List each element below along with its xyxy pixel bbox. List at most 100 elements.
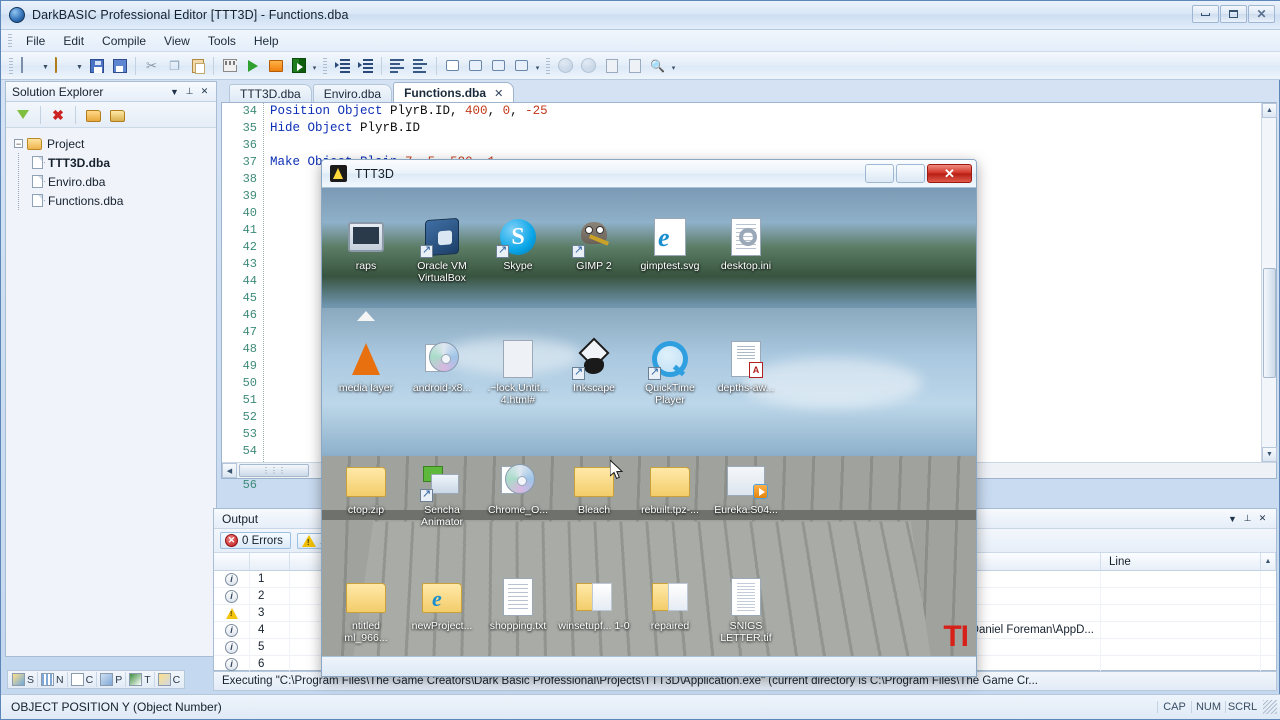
cursor-toggle-button[interactable]: C: [68, 672, 98, 687]
next-bookmark-icon[interactable]: [465, 55, 486, 76]
tab-enviro[interactable]: Enviro.dba: [312, 84, 393, 103]
navigate-forward-icon[interactable]: [578, 55, 599, 76]
clear-bookmarks-icon[interactable]: [511, 55, 532, 76]
increase-indent-icon[interactable]: [332, 55, 353, 76]
menu-compile[interactable]: Compile: [93, 31, 155, 51]
prev-bookmark-icon[interactable]: [488, 55, 509, 76]
menu-help[interactable]: Help: [245, 31, 288, 51]
open-folder-icon[interactable]: [82, 105, 104, 125]
horizontal-scroll-thumb[interactable]: ⋮⋮⋮: [239, 464, 309, 477]
refresh-icon[interactable]: [624, 55, 645, 76]
desktop-icon[interactable]: Oracle VM VirtualBox: [404, 216, 480, 284]
tab-close-icon[interactable]: ✕: [494, 87, 503, 100]
resize-grip[interactable]: [1263, 700, 1277, 714]
tree-item-enviro[interactable]: Enviro.dba: [32, 172, 216, 191]
tree-root-project[interactable]: − Project: [14, 134, 216, 153]
delete-icon[interactable]: ✖: [47, 105, 69, 125]
close-button[interactable]: ✕: [1248, 5, 1275, 23]
ttt3d-minimize-button[interactable]: [865, 164, 894, 183]
navigate-back-icon[interactable]: [555, 55, 576, 76]
desktop-icon[interactable]: QuickTime Player: [632, 338, 708, 406]
desktop-icon[interactable]: winsetupf... 1-0: [556, 576, 632, 644]
desktop-icon[interactable]: Eureka.S04...: [708, 460, 784, 528]
desktop-icon[interactable]: Inkscape: [556, 337, 632, 406]
save-all-icon[interactable]: [109, 55, 130, 76]
desktop-icon[interactable]: e newProject...: [404, 576, 480, 644]
menu-edit[interactable]: Edit: [54, 31, 93, 51]
maximize-button[interactable]: [1220, 5, 1247, 23]
desktop-icon[interactable]: GIMP 2: [556, 216, 632, 284]
tree-item-ttt3d[interactable]: TTT3D.dba: [32, 153, 216, 172]
source-toggle-button[interactable]: S: [9, 672, 39, 687]
copy-icon[interactable]: ❐: [164, 55, 185, 76]
find-icon[interactable]: 🔍: [647, 55, 668, 76]
output-scroll-up-button[interactable]: ▲: [1261, 553, 1276, 570]
close-icon[interactable]: ✕: [1255, 511, 1270, 526]
desktop-icon[interactable]: Sencha Animator: [404, 460, 480, 528]
tab-ttt3d[interactable]: TTT3D.dba: [229, 84, 312, 103]
toolbar-overflow-icon[interactable]: ▾: [669, 55, 678, 76]
stop-icon[interactable]: [601, 55, 622, 76]
toggle-bookmark-icon[interactable]: [442, 55, 463, 76]
desktop-icon[interactable]: SNIGS LETTER.tif: [708, 576, 784, 644]
ttt3d-close-button[interactable]: ✕: [927, 164, 972, 183]
menu-tools[interactable]: Tools: [199, 31, 245, 51]
dropdown-icon[interactable]: ▼: [1225, 511, 1240, 526]
new-file-icon[interactable]: [18, 55, 39, 76]
desktop-icon[interactable]: desktop.ini: [708, 216, 784, 284]
build-icon[interactable]: [219, 55, 240, 76]
tab-functions[interactable]: Functions.dba ✕: [393, 82, 515, 103]
ttt3d-window[interactable]: TTT3D ✕ TI rapsOracle VM VirtualBoxSSkyp…: [321, 159, 977, 677]
menu-view[interactable]: View: [155, 31, 199, 51]
dropdown-icon[interactable]: ▼: [167, 84, 182, 99]
compile-cart-icon[interactable]: [265, 55, 286, 76]
ttt3d-desktop-capture[interactable]: TI rapsOracle VM VirtualBoxSSkypeGIMP 2g…: [322, 188, 976, 676]
edit-toggle-button[interactable]: C: [155, 672, 184, 687]
toolbar-overflow-icon[interactable]: ▾: [533, 55, 542, 76]
scroll-left-button[interactable]: ◀: [222, 463, 237, 478]
save-icon[interactable]: [86, 55, 107, 76]
desktop-icon[interactable]: rebuilt.tpz-...: [632, 460, 708, 528]
pin-icon[interactable]: ⊥: [1240, 511, 1255, 526]
scroll-down-button[interactable]: ▼: [1262, 447, 1277, 462]
grid-toggle-button[interactable]: N: [38, 672, 68, 687]
open-file-icon[interactable]: [52, 55, 73, 76]
new-file-dropdown-icon[interactable]: ▼: [40, 55, 51, 76]
editor-vertical-scrollbar[interactable]: ▲ ▼: [1261, 103, 1277, 478]
minimize-button[interactable]: [1192, 5, 1219, 23]
scroll-up-button[interactable]: ▲: [1262, 103, 1277, 118]
desktop-icon[interactable]: ntitled ml_966...: [328, 576, 404, 644]
open-file-dropdown-icon[interactable]: ▼: [74, 55, 85, 76]
desktop-icon[interactable]: shopping.txt: [480, 576, 556, 644]
desktop-icon[interactable]: .~lock.Untit... 4.html#: [480, 338, 556, 406]
desktop-icon[interactable]: Adepths-aw...: [708, 338, 784, 406]
desktop-icon[interactable]: ctop.zip: [328, 460, 404, 528]
menu-file[interactable]: File: [17, 31, 54, 51]
desktop-icon[interactable]: Chrome_O...: [480, 460, 556, 528]
close-icon[interactable]: ✕: [197, 84, 212, 99]
errors-badge[interactable]: ✕ 0 Errors: [220, 532, 291, 549]
tree-item-functions[interactable]: Functions.dba: [32, 191, 216, 210]
uncomment-block-icon[interactable]: [410, 55, 431, 76]
ttt3d-maximize-button[interactable]: [896, 164, 925, 183]
cut-icon[interactable]: ✂: [141, 55, 162, 76]
toolbar-overflow-icon[interactable]: ▾: [310, 55, 319, 76]
add-file-icon[interactable]: [106, 105, 128, 125]
properties-toggle-button[interactable]: P: [97, 672, 127, 687]
desktop-icon[interactable]: gimptest.svg: [632, 216, 708, 284]
paste-icon[interactable]: [187, 55, 208, 76]
run-icon[interactable]: [242, 55, 263, 76]
desktop-icon[interactable]: raps: [328, 216, 404, 284]
code-line[interactable]: Hide Object PlyrB.ID: [270, 120, 1260, 137]
ttt3d-title-bar[interactable]: TTT3D ✕: [322, 160, 976, 188]
desktop-icon[interactable]: android-x8...: [404, 338, 480, 406]
filter-icon[interactable]: [12, 105, 34, 125]
vertical-scroll-thumb[interactable]: [1263, 268, 1276, 378]
run-exe-icon[interactable]: [288, 55, 309, 76]
pin-icon[interactable]: ⊥: [182, 84, 197, 99]
decrease-indent-icon[interactable]: [355, 55, 376, 76]
collapse-icon[interactable]: −: [14, 139, 23, 148]
notes-toggle-button[interactable]: T: [126, 672, 155, 687]
code-line[interactable]: Position Object PlyrB.ID, 400, 0, -25: [270, 103, 1260, 120]
desktop-icon[interactable]: repaired: [632, 576, 708, 644]
